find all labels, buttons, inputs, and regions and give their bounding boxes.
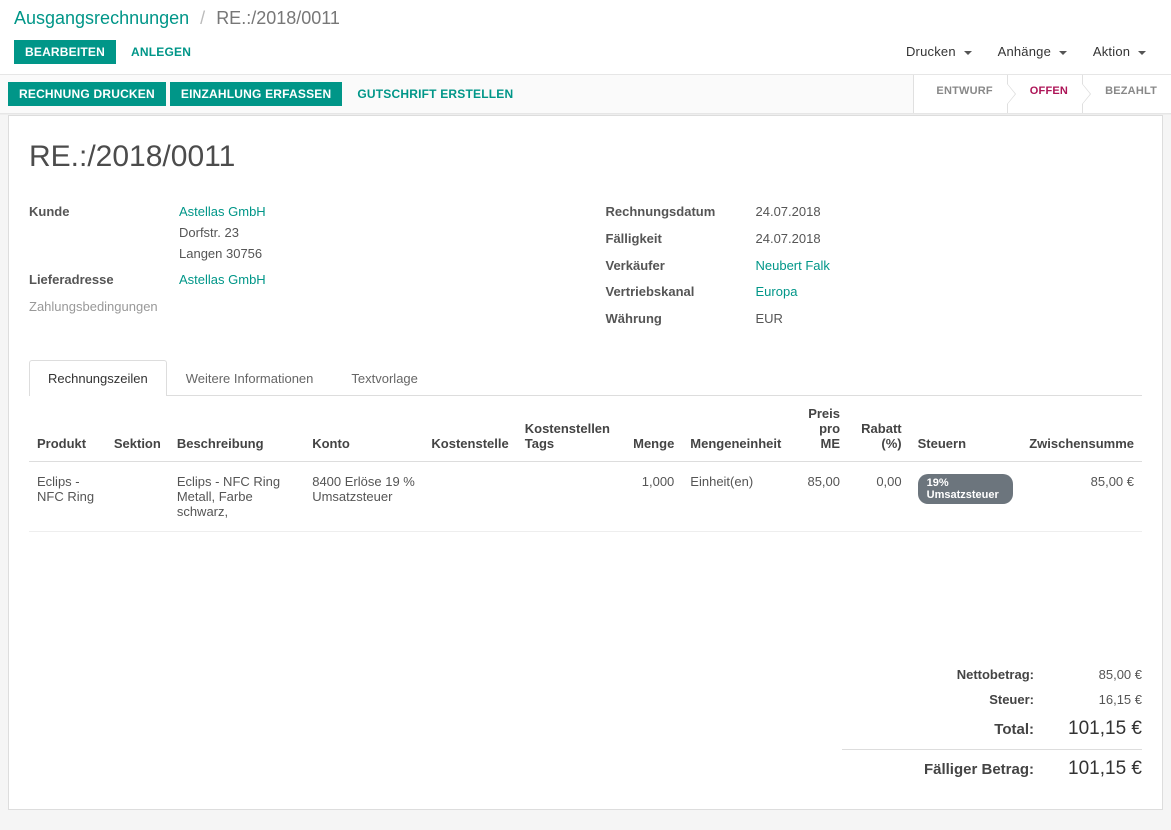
breadcrumb-current: RE.:/2018/0011 (216, 8, 340, 28)
col-product[interactable]: Produkt (29, 396, 106, 462)
tab-text[interactable]: Textvorlage (332, 360, 436, 396)
col-description[interactable]: Beschreibung (169, 396, 304, 462)
action-dropdown[interactable]: Aktion (1082, 39, 1157, 64)
cell-costcenter-tags (517, 461, 625, 531)
action-label: Aktion (1093, 44, 1130, 59)
table-row[interactable]: Eclips - NFC Ring Eclips - NFC Ring Meta… (29, 461, 1142, 531)
status-paid[interactable]: BEZAHLT (1082, 75, 1171, 113)
salesperson-label: Verkäufer (606, 256, 756, 277)
cell-account: 8400 Erlöse 19 % Umsatzsteuer (304, 461, 423, 531)
print-dropdown[interactable]: Drucken (895, 39, 983, 64)
breadcrumb-sep: / (200, 8, 205, 28)
cell-section (106, 461, 169, 531)
tax-label: Steuer: (842, 692, 1052, 707)
due-date-label: Fälligkeit (606, 229, 756, 250)
customer-city: Langen 30756 (179, 244, 566, 265)
tab-lines[interactable]: Rechnungszeilen (29, 360, 167, 396)
cell-quantity: 1,000 (625, 461, 682, 531)
chevron-down-icon (1059, 51, 1067, 55)
status-open[interactable]: OFFEN (1007, 75, 1082, 113)
cell-subtotal: 85,00 € (1021, 461, 1142, 531)
col-taxes[interactable]: Steuern (910, 396, 1022, 462)
action-status-row: RECHNUNG DRUCKEN EINZAHLUNG ERFASSEN GUT… (0, 74, 1171, 114)
col-costcenter-tags[interactable]: Kostenstellen Tags (517, 396, 625, 462)
channel-link[interactable]: Europa (756, 284, 798, 299)
cell-description: Eclips - NFC Ring Metall, Farbe schwarz, (169, 461, 304, 531)
tax-badge: 19% Umsatzsteuer (918, 474, 1014, 504)
col-uom[interactable]: Mengeneinheit (682, 396, 789, 462)
toolbar: BEARBEITEN ANLEGEN Drucken Anhänge Aktio… (0, 37, 1171, 74)
right-column: Rechnungsdatum 24.07.2018 Fälligkeit 24.… (606, 202, 1143, 336)
cell-unit-price: 85,00 (789, 461, 848, 531)
col-discount[interactable]: Rabatt (%) (848, 396, 910, 462)
net-label: Nettobetrag: (842, 667, 1052, 682)
currency-value: EUR (756, 309, 1143, 330)
currency-label: Währung (606, 309, 756, 330)
attachments-label: Anhänge (998, 44, 1051, 59)
edit-button[interactable]: BEARBEITEN (14, 40, 116, 64)
invoice-lines-table: Produkt Sektion Beschreibung Konto Koste… (29, 396, 1142, 532)
payment-terms-label: Zahlungsbedingungen (29, 297, 179, 318)
chevron-down-icon (964, 51, 972, 55)
due-date-value: 24.07.2018 (756, 229, 1143, 250)
customer-street: Dorfstr. 23 (179, 223, 566, 244)
create-button[interactable]: ANLEGEN (120, 40, 202, 64)
col-section[interactable]: Sektion (106, 396, 169, 462)
cell-uom: Einheit(en) (682, 461, 789, 531)
create-credit-button[interactable]: GUTSCHRIFT ERSTELLEN (346, 82, 524, 106)
status-bar: ENTWURF OFFEN BEZAHLT (913, 75, 1171, 113)
delivery-link[interactable]: Astellas GmbH (179, 272, 266, 287)
cell-product: Eclips - NFC Ring (29, 461, 106, 531)
col-subtotal[interactable]: Zwischensumme (1021, 396, 1142, 462)
status-draft[interactable]: ENTWURF (913, 75, 1006, 113)
customer-link[interactable]: Astellas GmbH (179, 204, 266, 219)
register-payment-button[interactable]: EINZAHLUNG ERFASSEN (170, 82, 342, 106)
breadcrumb-root[interactable]: Ausgangsrechnungen (14, 8, 189, 28)
total-value: 101,15 € (1052, 717, 1142, 740)
channel-label: Vertriebskanal (606, 282, 756, 303)
totals-block: Nettobetrag: 85,00 € Steuer: 16,15 € Tot… (842, 662, 1142, 785)
tab-info[interactable]: Weitere Informationen (167, 360, 333, 396)
cell-discount: 0,00 (848, 461, 910, 531)
print-label: Drucken (906, 44, 956, 59)
delivery-label: Lieferadresse (29, 270, 179, 291)
invoice-date-value: 24.07.2018 (756, 202, 1143, 223)
breadcrumb: Ausgangsrechnungen / RE.:/2018/0011 (0, 0, 1171, 37)
salesperson-link[interactable]: Neubert Falk (756, 258, 830, 273)
attachments-dropdown[interactable]: Anhänge (987, 39, 1078, 64)
tabs: Rechnungszeilen Weitere Informationen Te… (29, 360, 1142, 396)
col-costcenter[interactable]: Kostenstelle (423, 396, 516, 462)
due-amount-label: Fälliger Betrag: (842, 761, 1052, 778)
col-account[interactable]: Konto (304, 396, 423, 462)
total-label: Total: (842, 721, 1052, 738)
cell-tax: 19% Umsatzsteuer (910, 461, 1022, 531)
page-title: RE.:/2018/0011 (29, 140, 1142, 174)
left-column: Kunde Astellas GmbH Dorfstr. 23 Langen 3… (29, 202, 566, 336)
print-invoice-button[interactable]: RECHNUNG DRUCKEN (8, 82, 166, 106)
due-amount-value: 101,15 € (1052, 758, 1142, 780)
cell-costcenter (423, 461, 516, 531)
net-value: 85,00 € (1052, 667, 1142, 682)
form-sheet: RE.:/2018/0011 Kunde Astellas GmbH Dorfs… (8, 115, 1163, 810)
col-quantity[interactable]: Menge (625, 396, 682, 462)
tax-value: 16,15 € (1052, 692, 1142, 707)
chevron-down-icon (1138, 51, 1146, 55)
col-unit-price[interactable]: Preis pro ME (789, 396, 848, 462)
customer-label: Kunde (29, 202, 179, 223)
invoice-date-label: Rechnungsdatum (606, 202, 756, 223)
